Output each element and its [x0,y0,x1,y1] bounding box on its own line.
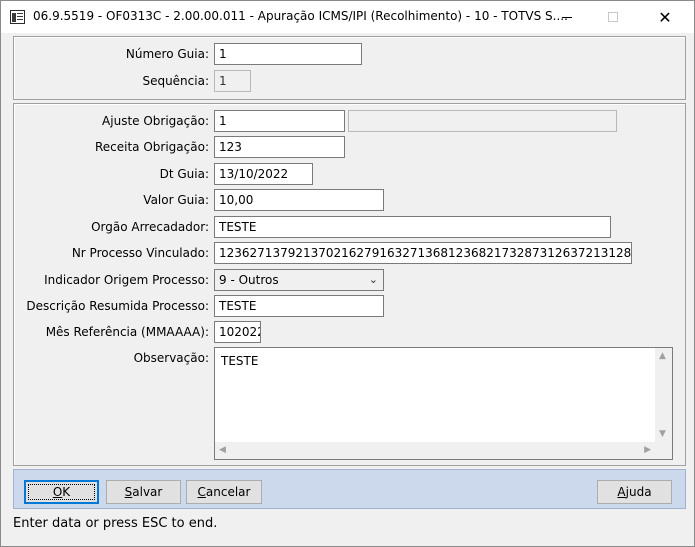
scroll-down-icon[interactable]: ▼ [659,429,666,439]
nr-processo-input[interactable]: 1236271379213702162791632713681236821732… [214,242,632,264]
maximize-icon [608,12,618,22]
cancelar-accelerator: C [197,485,206,499]
orgao-arrecadador-input[interactable]: TESTE [214,216,611,238]
indicador-origem-value: 9 - Outros [219,273,279,287]
observacao-text: TESTE [221,354,259,368]
ajuste-obrigacao-input[interactable]: 1 [214,110,345,132]
scroll-left-icon[interactable]: ◀ [219,445,226,455]
numero-guia-label: Número Guia: [125,47,209,61]
indicador-origem-select[interactable]: 9 - Outros ⌄ [214,269,384,291]
close-icon: ✕ [658,7,672,27]
descricao-processo-label: Descrição Resumida Processo: [26,299,209,313]
cancelar-label: ancelar [205,485,251,499]
maximize-button [590,1,636,33]
minimize-button[interactable] [544,1,590,33]
mes-referencia-input[interactable]: 102022 [214,321,261,343]
observacao-textarea[interactable]: TESTE ▲ ▼ ◀ ▶ [214,347,673,460]
close-button[interactable]: ✕ [642,1,688,33]
chevron-down-icon: ⌄ [368,273,378,286]
scroll-up-icon[interactable]: ▲ [659,351,666,361]
title-bar[interactable]: 06.9.5519 - OF0313C - 2.00.00.011 - Apur… [1,1,694,33]
app-icon[interactable] [10,10,25,24]
app-window: 06.9.5519 - OF0313C - 2.00.00.011 - Apur… [0,0,695,547]
focus-rect [28,484,95,500]
cancelar-button[interactable]: Cancelar [186,480,262,504]
button-bar: OK Salvar Cancelar Ajuda [13,469,686,509]
dt-guia-label: Dt Guia: [159,167,209,181]
descricao-processo-input[interactable]: TESTE [214,295,384,317]
ajuda-button[interactable]: Ajuda [597,480,672,504]
salvar-label: alvar [132,485,163,499]
ajuste-obrigacao-description [348,110,617,132]
sequencia-input: 1 [214,70,251,92]
ajuda-accelerator: A [617,485,626,499]
ok-button[interactable]: OK [24,480,99,504]
orgao-arrecadador-label: Orgão Arrecadador: [91,220,209,234]
salvar-button[interactable]: Salvar [106,480,181,504]
indicador-origem-label: Indicador Origem Processo: [44,273,209,287]
receita-obrigacao-label: Receita Obrigação: [94,140,209,154]
obrigacao-panel: Ajuste Obrigação: 1 Receita Obrigação: 1… [13,103,686,466]
receita-obrigacao-input[interactable]: 123 [214,136,345,158]
nr-processo-label: Nr Processo Vinculado: [71,246,209,260]
valor-guia-input[interactable]: 10,00 [214,189,384,211]
minimize-icon [562,16,572,18]
mes-referencia-label: Mês Referência (MMAAAA): [45,325,209,339]
valor-guia-label: Valor Guia: [143,193,209,207]
status-bar-text: Enter data or press ESC to end. [13,516,218,531]
guia-panel: Número Guia: 1 Sequência: 1 [13,36,686,100]
ajuda-label: juda [625,485,652,499]
ajuste-obrigacao-label: Ajuste Obrigação: [102,114,209,128]
sequencia-label: Sequência: [142,74,209,88]
vertical-scrollbar[interactable]: ▲ ▼ [655,348,672,442]
horizontal-scrollbar[interactable]: ◀ ▶ [215,442,655,459]
window-title: 06.9.5519 - OF0313C - 2.00.00.011 - Apur… [33,9,568,23]
scroll-corner [655,442,672,459]
dt-guia-input[interactable]: 13/10/2022 [214,163,313,185]
scroll-right-icon[interactable]: ▶ [644,445,651,455]
observacao-label: Observação: [133,351,209,365]
numero-guia-input[interactable]: 1 [214,43,362,65]
